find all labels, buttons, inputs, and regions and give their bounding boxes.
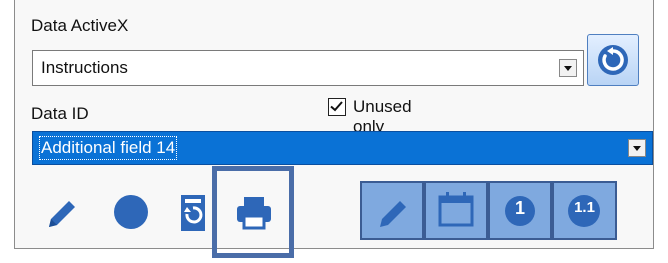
data-id-label: Data ID xyxy=(31,104,89,123)
pencil-icon[interactable] xyxy=(41,193,83,235)
restore-icon[interactable] xyxy=(175,191,211,235)
data-id-combo[interactable]: Additional field 14 xyxy=(32,131,653,165)
number-one-label: 1 xyxy=(514,198,525,218)
calendar-icon xyxy=(438,192,474,227)
data-activex-label: Data ActiveX xyxy=(31,16,129,35)
chevron-down-icon[interactable] xyxy=(559,59,577,77)
refresh-icon xyxy=(598,45,628,75)
decimal-label: 1.1 xyxy=(574,199,595,216)
circle-icon[interactable] xyxy=(110,191,152,233)
chevron-down-icon[interactable] xyxy=(628,139,646,157)
checkbox-box[interactable] xyxy=(328,98,346,116)
activex-properties-panel: Data ActiveX Instructions Data ID Unused… xyxy=(14,0,654,258)
check-icon xyxy=(330,101,343,112)
printer-icon[interactable] xyxy=(232,191,276,233)
toggle-edit-button[interactable] xyxy=(360,181,424,240)
number-one-button[interactable]: 1 xyxy=(488,181,552,240)
calendar-button[interactable] xyxy=(424,181,488,240)
data-activex-combo[interactable]: Instructions xyxy=(32,50,584,86)
decimal-button[interactable]: 1.1 xyxy=(552,181,617,240)
refresh-button[interactable] xyxy=(587,34,639,86)
data-id-value: Additional field 14 xyxy=(38,136,178,160)
pencil-icon xyxy=(380,201,406,227)
data-activex-value: Instructions xyxy=(41,58,128,77)
